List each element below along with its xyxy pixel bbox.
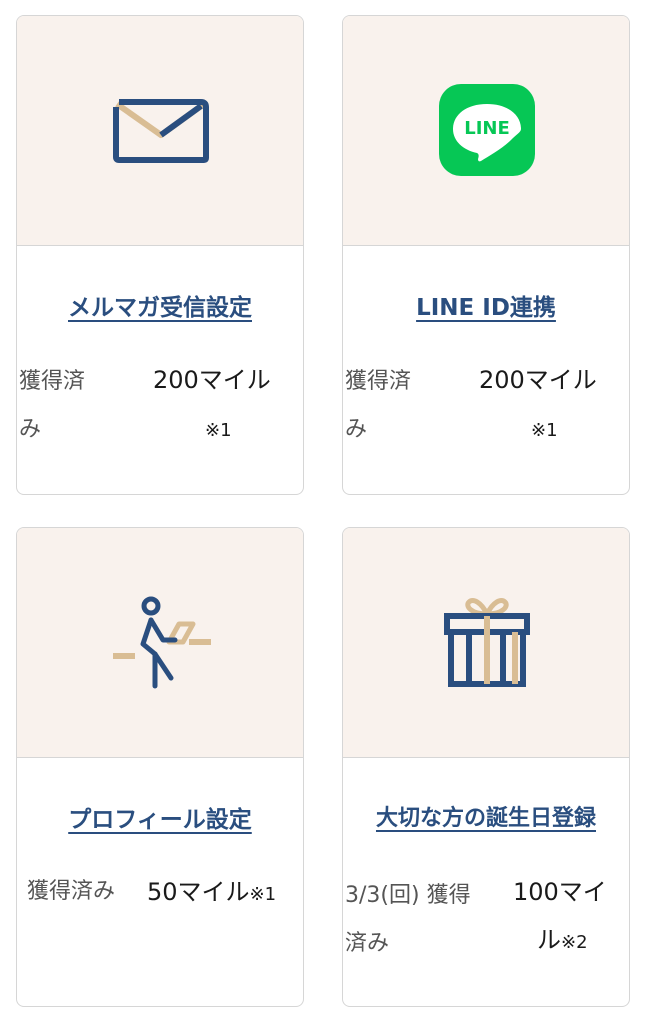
status-text: 獲得済 み	[19, 358, 85, 454]
status-line: み	[345, 417, 368, 442]
profile-card[interactable]: プロフィール設定 獲得済み 50マイル※1	[16, 527, 304, 1007]
miles-amount: 100マイ	[513, 878, 607, 906]
profile-settings-link[interactable]: プロフィール設定	[17, 800, 303, 834]
status-line: 済み	[345, 931, 390, 956]
status-line: 獲得済み	[27, 879, 116, 904]
status-line: 獲得済	[345, 369, 412, 394]
card-thumbnail: LINE	[343, 16, 629, 246]
status-line: 3/3(回) 獲得	[345, 883, 471, 908]
miles-value: 200マイル ※1	[479, 356, 597, 455]
miles-amount: 50マイル	[147, 878, 250, 906]
card-thumbnail	[17, 528, 303, 758]
line-id-card[interactable]: LINE LINE ID連携 獲得済 み 200マイル ※1	[342, 15, 630, 495]
line-app-icon: LINE	[439, 84, 535, 176]
mail-magazine-link[interactable]: メルマガ受信設定	[17, 288, 303, 322]
miles-value: 50マイル※1	[147, 868, 276, 919]
line-id-link[interactable]: LINE ID連携	[343, 288, 629, 322]
miles-value: 200マイル ※1	[153, 356, 271, 455]
miles-value: 100マイ ル※2	[513, 868, 607, 967]
card-thumbnail	[17, 16, 303, 246]
status-text: 獲得済み	[27, 868, 115, 916]
status-text: 獲得済 み	[345, 358, 411, 454]
gift-icon	[444, 598, 530, 687]
mail-magazine-card[interactable]: メルマガ受信設定 獲得済 み 200マイル ※1	[16, 15, 304, 495]
birthday-registration-link[interactable]: 大切な方の誕生日登録	[343, 800, 629, 832]
svg-text:LINE: LINE	[464, 118, 510, 139]
miles-unit: ル	[537, 926, 561, 954]
miles-amount: 200マイル	[479, 366, 597, 394]
status-line: 獲得済	[19, 369, 86, 394]
status-line: み	[19, 417, 42, 442]
footnote-mark: ※1	[205, 420, 232, 441]
miles-amount: 200マイル	[153, 366, 271, 394]
birthday-registration-card[interactable]: 大切な方の誕生日登録 3/3(回) 獲得 済み 100マイ ル※2	[342, 527, 630, 1007]
person-laptop-icon	[113, 596, 211, 689]
card-thumbnail	[343, 528, 629, 758]
status-text: 3/3(回) 獲得 済み	[345, 872, 471, 968]
footnote-mark: ※1	[249, 884, 277, 905]
footnote-mark: ※1	[531, 420, 558, 441]
envelope-icon	[113, 99, 209, 163]
footnote-mark: ※2	[561, 932, 588, 953]
